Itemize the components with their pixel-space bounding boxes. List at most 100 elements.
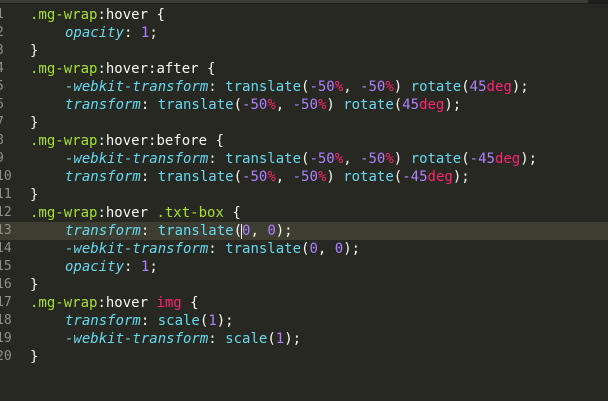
code-line[interactable]: 16} bbox=[0, 276, 608, 294]
code-line[interactable]: 7} bbox=[0, 114, 608, 132]
token-plain: ); bbox=[444, 97, 462, 113]
code-line[interactable]: 8 .mg-wrap:hover:before { bbox=[0, 132, 608, 150]
line-number-label: 12 bbox=[0, 205, 12, 220]
line-code: } bbox=[30, 276, 38, 294]
token-plain: :hover:after { bbox=[97, 61, 216, 77]
token-prop: -webkit-transform bbox=[65, 331, 209, 347]
token-plain: , bbox=[250, 223, 268, 239]
token-num: 1 bbox=[275, 331, 285, 347]
tab-strip bbox=[0, 0, 588, 3]
token-plain: ; bbox=[149, 25, 158, 41]
line-number: 16 bbox=[0, 276, 12, 294]
code-line[interactable]: 19 -webkit-transform: scale(1); bbox=[0, 330, 608, 348]
line-number-label: 18 bbox=[0, 313, 12, 328]
token-fn: rotate bbox=[410, 151, 462, 167]
token-plain: } bbox=[30, 349, 39, 365]
line-code: opacity: 1; bbox=[30, 258, 158, 276]
token-num: -50 bbox=[309, 151, 335, 167]
code-line[interactable]: 2 opacity: 1; bbox=[0, 24, 608, 42]
code-line[interactable]: 17 .mg-wrap:hover img { bbox=[0, 294, 608, 312]
line-code: opacity: 1; bbox=[30, 24, 158, 42]
code-line[interactable]: 18 transform: scale(1); bbox=[0, 312, 608, 330]
line-number-label: 7 bbox=[0, 115, 4, 130]
token-prop: -webkit-transform bbox=[65, 79, 209, 95]
token-unit: deg bbox=[419, 97, 445, 113]
line-code: } bbox=[30, 114, 38, 132]
code-line[interactable]: 14 -webkit-transform: translate(0, 0); bbox=[0, 240, 608, 258]
code-editor[interactable]: 1.mg-wrap:hover {2opacity: 1;3}4.mg-wrap… bbox=[0, 6, 608, 366]
token-plain: :hover { bbox=[97, 7, 165, 23]
line-number: 19 bbox=[0, 330, 12, 348]
token-plain: : bbox=[208, 79, 226, 95]
token-num: 0 bbox=[309, 241, 318, 257]
token-plain: } bbox=[30, 115, 39, 131]
token-plain: ); bbox=[520, 151, 538, 167]
token-sel: .mg-wrap bbox=[30, 205, 98, 221]
line-number-label: 14 bbox=[0, 241, 12, 256]
line-number: 13 bbox=[0, 222, 12, 240]
token-fn: rotate bbox=[410, 79, 462, 95]
line-number: 2 bbox=[0, 24, 12, 42]
code-line[interactable]: 9 -webkit-transform: translate (-50%, -50%… bbox=[0, 150, 608, 168]
line-number: 10 bbox=[0, 168, 12, 186]
token-fn: translate bbox=[225, 241, 302, 257]
line-number-label: 17 bbox=[0, 295, 12, 310]
line-number-label: 8 bbox=[0, 133, 4, 148]
line-number-label: 20 bbox=[0, 349, 12, 364]
line-number: 7 bbox=[0, 114, 12, 132]
line-code: .mg-wrap:hover .txt-box { bbox=[30, 204, 241, 222]
token-num: 45 bbox=[469, 79, 487, 95]
code-line[interactable]: 15 opacity: 1; bbox=[0, 258, 608, 276]
token-plain: } bbox=[30, 187, 39, 203]
token-plain: ( bbox=[461, 79, 470, 95]
line-number-label: 4 bbox=[0, 61, 4, 76]
code-line-active[interactable]: 13 transform: translate(0, 0); bbox=[0, 222, 608, 240]
code-line[interactable]: 20} bbox=[0, 348, 608, 366]
line-code: transform: translate(-50%, -50%) rotate(… bbox=[30, 168, 470, 186]
token-prop: transform bbox=[65, 97, 141, 113]
token-plain: } bbox=[30, 277, 39, 293]
line-number-label: 15 bbox=[0, 259, 12, 274]
line-number: 3 bbox=[0, 42, 12, 60]
token-prop: transform bbox=[65, 223, 141, 239]
line-number-label: 1 bbox=[0, 7, 4, 22]
token-plain: ( bbox=[233, 169, 243, 185]
token-plain: ); bbox=[343, 241, 361, 257]
line-number: 18 bbox=[0, 312, 12, 330]
token-plain: ( bbox=[393, 169, 403, 185]
token-sel: .mg-wrap bbox=[30, 295, 98, 311]
code-line[interactable]: 6 transform: translate(-50%, -50%) rotate… bbox=[0, 96, 608, 114]
line-number: 6 bbox=[0, 96, 12, 114]
token-plain: ( bbox=[393, 97, 403, 113]
line-number-label: 11 bbox=[0, 187, 12, 202]
code-line[interactable]: 12 .mg-wrap:hover .txt-box { bbox=[0, 204, 608, 222]
token-unit: % bbox=[334, 151, 344, 167]
token-plain: , bbox=[275, 169, 293, 185]
line-code: } bbox=[30, 186, 38, 204]
token-num: 45 bbox=[402, 97, 420, 113]
line-number-label: 16 bbox=[0, 277, 12, 292]
token-plain: : bbox=[208, 241, 226, 257]
code-line[interactable]: 1 .mg-wrap:hover { bbox=[0, 6, 608, 24]
token-plain: ( bbox=[267, 331, 276, 347]
token-plain: { bbox=[223, 205, 241, 221]
code-line[interactable]: 3} bbox=[0, 42, 608, 60]
code-line[interactable]: 5 -webkit-transform: translate (-50%, -50%… bbox=[0, 78, 608, 96]
token-plain: :hover:before { bbox=[97, 133, 224, 149]
line-number-label: 10 bbox=[0, 169, 12, 184]
token-fn: rotate bbox=[343, 97, 394, 113]
token-plain: : bbox=[124, 259, 141, 275]
line-code: transform: translate(0, 0); bbox=[30, 222, 293, 240]
line-number-label: 5 bbox=[0, 79, 4, 94]
code-line[interactable]: 4 .mg-wrap:hover:after { bbox=[0, 60, 608, 78]
line-number: 5 bbox=[0, 78, 12, 96]
token-plain: :hover bbox=[97, 295, 157, 311]
code-line[interactable]: 11} bbox=[0, 186, 608, 204]
token-plain: , bbox=[343, 79, 361, 95]
line-number-label: 6 bbox=[0, 97, 4, 112]
line-number-label: 19 bbox=[0, 331, 12, 346]
token-plain: ; bbox=[149, 259, 158, 275]
token-plain: } bbox=[30, 43, 39, 59]
code-line[interactable]: 10 transform: translate(-50%, -50%) rotat… bbox=[0, 168, 608, 186]
token-plain: ); bbox=[275, 223, 293, 239]
